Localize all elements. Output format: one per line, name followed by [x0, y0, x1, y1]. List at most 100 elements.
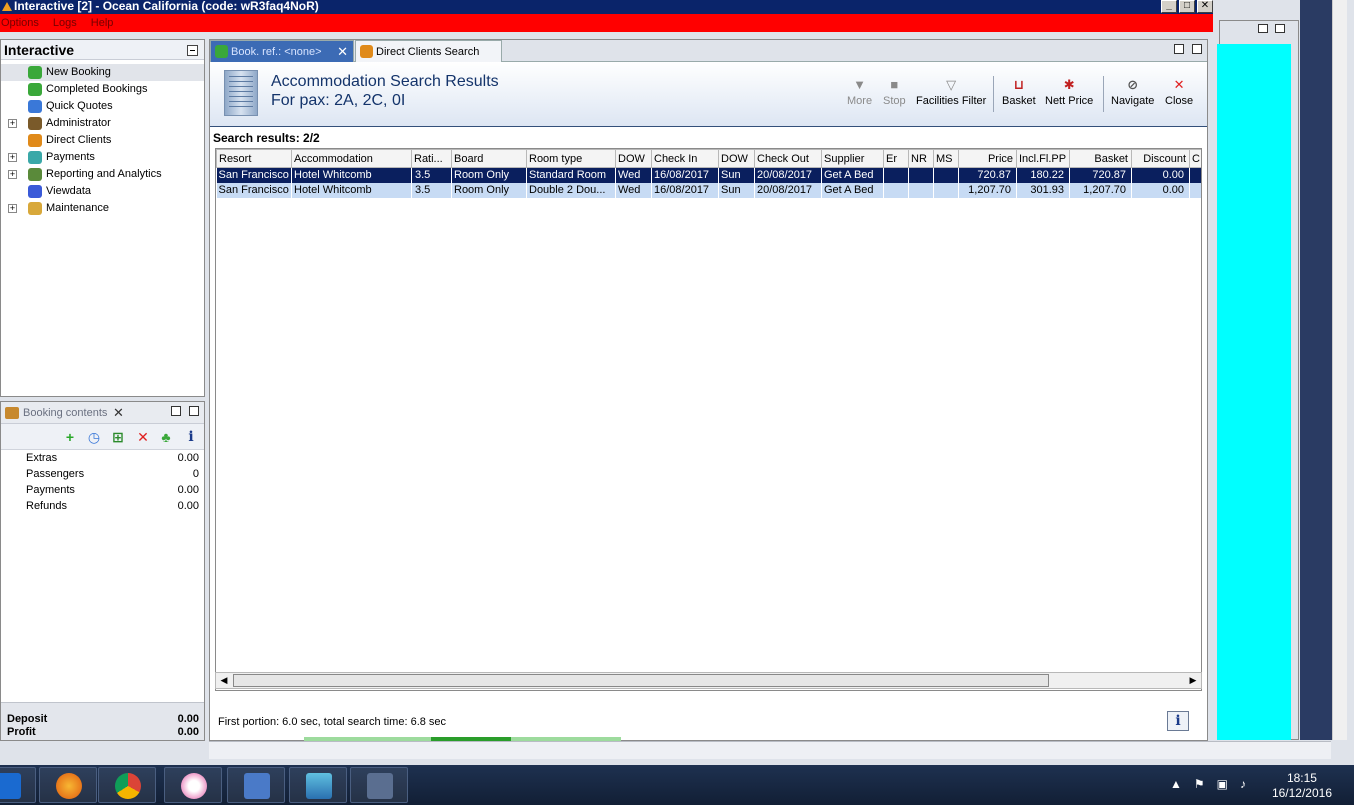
app-taskbar-button[interactable]: [289, 767, 347, 803]
nav-item-new-booking[interactable]: New Booking: [1, 64, 204, 81]
nav-item-payments[interactable]: + Payments: [1, 149, 204, 166]
person-icon: [28, 117, 42, 130]
navigate-button[interactable]: ⊘ Navigate: [1111, 78, 1154, 108]
basket-add-icon[interactable]: ⊞: [111, 430, 125, 444]
table-cell: 301.93: [1016, 182, 1070, 198]
add-icon[interactable]: +: [63, 430, 77, 444]
clock-icon[interactable]: ◷: [87, 430, 101, 444]
tab-booking[interactable]: Book. ref.: <none> ✕: [210, 40, 354, 62]
column-header-supplier[interactable]: Supplier: [821, 149, 884, 168]
globe-icon: [28, 185, 42, 198]
delete-icon[interactable]: ✕: [136, 430, 150, 444]
info-button[interactable]: i: [1167, 711, 1189, 731]
scroll-right-icon[interactable]: ▶: [1186, 674, 1200, 687]
column-header-nr[interactable]: NR: [908, 149, 934, 168]
expand-icon[interactable]: +: [8, 204, 17, 213]
menu-options[interactable]: Options: [1, 14, 39, 32]
scroll-thumb[interactable]: [233, 674, 1049, 687]
close-window-button[interactable]: ✕: [1197, 0, 1213, 13]
chevron-up-icon[interactable]: ▲: [1170, 777, 1182, 791]
basket-button[interactable]: ⊔ Basket: [1002, 77, 1036, 108]
column-header-dow[interactable]: DOW: [615, 149, 652, 168]
expand-icon[interactable]: +: [8, 119, 17, 128]
bottom-scroll-strip[interactable]: [209, 741, 1331, 759]
column-header-dow[interactable]: DOW: [718, 149, 755, 168]
chrome-taskbar-button[interactable]: [98, 767, 156, 803]
vertical-scrollbar[interactable]: [1332, 0, 1347, 740]
nav-item-viewdata[interactable]: Viewdata: [1, 183, 204, 200]
column-header-discount[interactable]: Discount: [1131, 149, 1190, 168]
suitcase-icon: [5, 407, 19, 419]
booking-contents-panel: Booking contents ✕ + ◷ ⊞ ✕ ♣ i Extras 0.0…: [0, 401, 205, 741]
minimize-button[interactable]: _: [1161, 0, 1177, 13]
nav-item-administrator[interactable]: + Administrator: [1, 115, 204, 132]
maximize-icon[interactable]: [1275, 24, 1285, 33]
outlook-taskbar-button[interactable]: [0, 767, 36, 803]
scroll-left-icon[interactable]: ◀: [217, 674, 231, 687]
flag-icon[interactable]: ⚑: [1194, 777, 1205, 791]
table-cell: [933, 182, 959, 198]
table-cell: 0.00: [1131, 182, 1190, 198]
more-button[interactable]: ▼ More: [847, 78, 872, 108]
close-icon[interactable]: ✕: [113, 402, 124, 424]
column-header-er[interactable]: Er: [883, 149, 909, 168]
network-icon[interactable]: ▣: [1217, 777, 1228, 791]
table-cell: 1,207.70: [1069, 182, 1132, 198]
clock[interactable]: 18:15 16/12/2016: [1272, 771, 1332, 801]
column-header-board[interactable]: Board: [451, 149, 527, 168]
maximize-icon[interactable]: [1192, 44, 1202, 54]
maximize-icon[interactable]: [189, 406, 199, 416]
close-tab-icon[interactable]: ✕: [337, 41, 348, 63]
table-cell: [883, 167, 909, 183]
minimize-icon[interactable]: [171, 406, 181, 416]
computer-taskbar-button[interactable]: [227, 767, 285, 803]
table-row[interactable]: San Francisco Hotel Whitcomb 3.5 Room Only S…: [216, 167, 1201, 183]
tab-direct-clients[interactable]: Direct Clients Search: [355, 40, 502, 62]
nett-price-button[interactable]: ✱ Nett Price: [1045, 78, 1093, 108]
nav-item-maintenance[interactable]: + Maintenance: [1, 200, 204, 217]
window-taskbar-button[interactable]: [350, 767, 408, 803]
nav-item-label: Maintenance: [46, 202, 109, 214]
info-icon[interactable]: i: [184, 430, 198, 444]
palm-icon: [28, 66, 42, 79]
maximize-button[interactable]: □: [1179, 0, 1195, 13]
collapse-icon[interactable]: [187, 45, 198, 56]
horizontal-scrollbar[interactable]: ◀ ▶: [215, 672, 1202, 689]
column-header-c[interactable]: C: [1189, 149, 1201, 168]
table-cell: 1,207.70: [958, 182, 1017, 198]
facilities-filter-button[interactable]: ▽ Facilities Filter: [916, 78, 986, 108]
nav-item-quick-quotes[interactable]: Quick Quotes: [1, 98, 204, 115]
grid-header-row: Resort Accommodation Rati... Board Room type…: [216, 149, 1201, 168]
itunes-taskbar-button[interactable]: [164, 767, 222, 803]
palm-icon[interactable]: ♣: [159, 430, 173, 444]
column-header-ms[interactable]: MS: [933, 149, 959, 168]
firefox-taskbar-button[interactable]: [39, 767, 97, 803]
window-icon: [367, 773, 393, 799]
volume-icon[interactable]: ♪: [1240, 777, 1246, 791]
table-row[interactable]: San Francisco Hotel Whitcomb 3.5 Room Only D…: [216, 182, 1201, 198]
nav-item-completed-bookings[interactable]: Completed Bookings: [1, 81, 204, 98]
minimize-icon[interactable]: [1258, 24, 1268, 33]
column-header-rati[interactable]: Rati...: [411, 149, 452, 168]
minimize-icon[interactable]: [1174, 44, 1184, 54]
background-strip: [1300, 0, 1332, 740]
column-header-check-out[interactable]: Check Out: [754, 149, 822, 168]
close-button[interactable]: ✕ Close: [1165, 78, 1193, 108]
column-header-price[interactable]: Price: [958, 149, 1017, 168]
expand-icon[interactable]: +: [8, 170, 17, 179]
column-header-basket[interactable]: Basket: [1069, 149, 1132, 168]
column-header-incl-fl-pp[interactable]: Incl.Fl.PP: [1016, 149, 1070, 168]
column-header-resort[interactable]: Resort: [216, 149, 292, 168]
column-header-room-type[interactable]: Room type: [526, 149, 616, 168]
nav-item-reporting-and-analytics[interactable]: + Reporting and Analytics: [1, 166, 204, 183]
basket-icon: ⊔: [1013, 77, 1024, 92]
stop-button[interactable]: ■ Stop: [883, 78, 906, 108]
expand-icon[interactable]: +: [8, 153, 17, 162]
nav-item-direct-clients[interactable]: Direct Clients: [1, 132, 204, 149]
results-grid: Resort Accommodation Rati... Board Room type…: [215, 148, 1202, 691]
nav-item-label: Completed Bookings: [46, 83, 148, 95]
menu-help[interactable]: Help: [91, 14, 114, 32]
column-header-check-in[interactable]: Check In: [651, 149, 719, 168]
column-header-accommodation[interactable]: Accommodation: [291, 149, 412, 168]
menu-logs[interactable]: Logs: [53, 14, 77, 32]
